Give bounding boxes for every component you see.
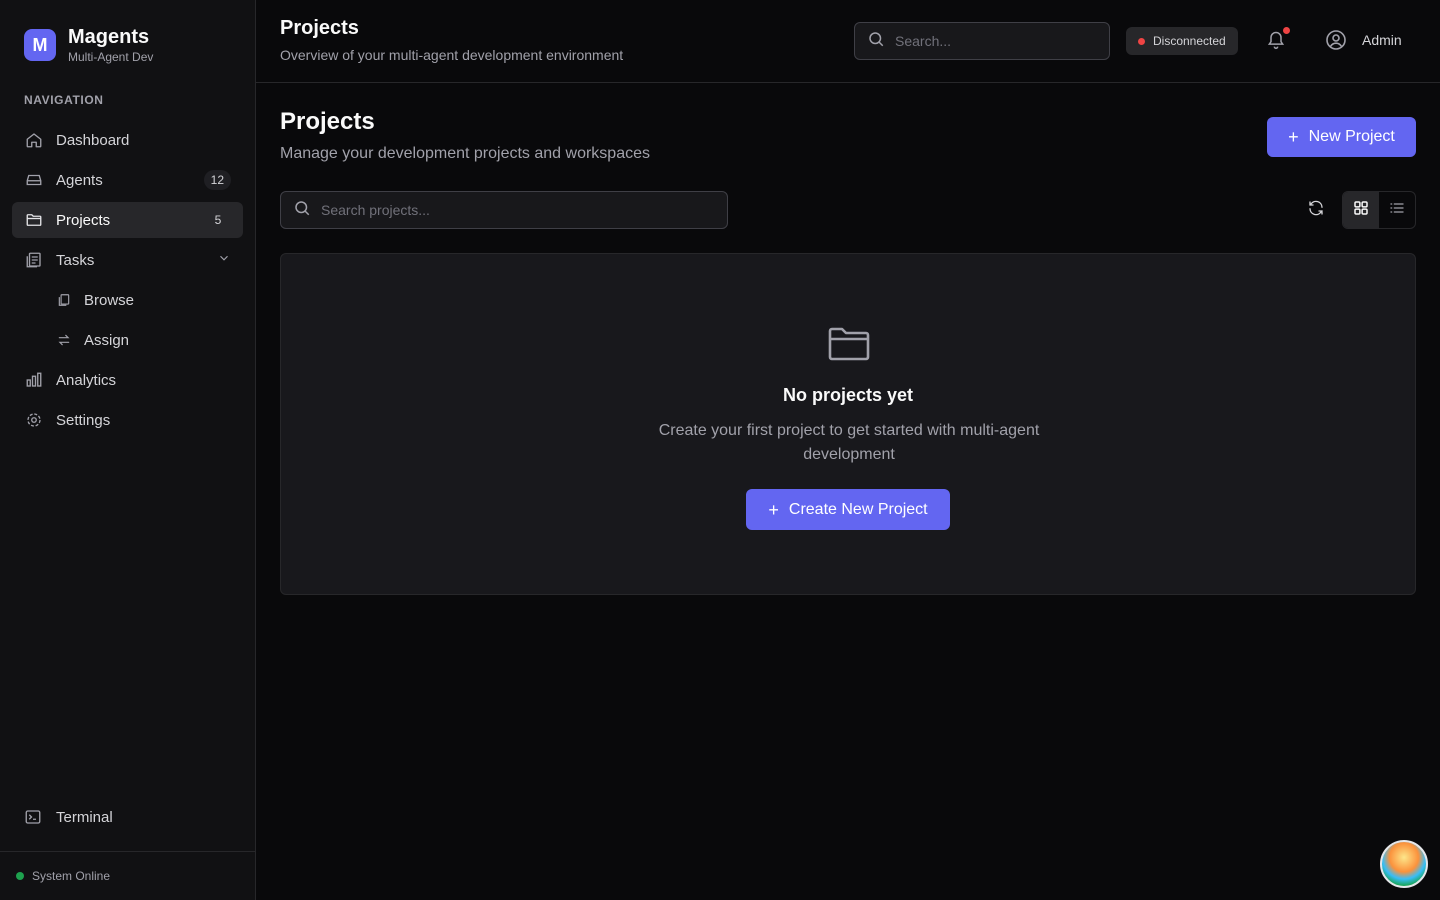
folder-icon xyxy=(24,210,44,230)
plus-icon: + xyxy=(768,499,779,520)
terminal-icon xyxy=(24,807,44,827)
system-status: System Online xyxy=(0,851,255,900)
empty-state: No projects yet Create your first projec… xyxy=(280,253,1416,595)
home-icon xyxy=(24,130,44,150)
sidebar-item-label: Settings xyxy=(56,411,111,429)
plus-icon: + xyxy=(1288,127,1299,147)
sidebar-item-settings[interactable]: Settings xyxy=(12,402,243,438)
chevron-down-icon[interactable] xyxy=(217,251,231,269)
sidebar-item-label: Browse xyxy=(84,291,135,309)
count-badge: 12 xyxy=(203,170,231,190)
sidebar-item-label: Agents xyxy=(56,171,103,189)
brand[interactable]: M Magents Multi-Agent Dev xyxy=(24,25,153,65)
sidebar-item-label: Analytics xyxy=(56,371,117,389)
sidebar-item-agents[interactable]: Agents 12 xyxy=(12,162,243,198)
brand-name: Magents xyxy=(68,26,150,48)
sidebar-item-label: Tasks xyxy=(56,251,95,269)
new-project-label: New Project xyxy=(1308,128,1395,145)
browse-icon xyxy=(56,292,72,308)
view-toggle xyxy=(1342,191,1416,229)
count-badge: 5 xyxy=(214,213,222,227)
user-menu[interactable]: Admin xyxy=(1324,28,1402,52)
terminal-label: Terminal xyxy=(56,808,113,826)
top-header: Projects Overview of your multi-agent de… xyxy=(256,0,1440,83)
create-new-project-label: Create New Project xyxy=(788,500,928,518)
sidebar-item-analytics[interactable]: Analytics xyxy=(12,362,243,398)
folder-icon xyxy=(825,320,873,373)
grid-icon xyxy=(1352,199,1370,222)
notifications-button[interactable] xyxy=(1266,27,1290,54)
project-search[interactable] xyxy=(280,191,728,229)
nav-section-label: NAVIGATION xyxy=(24,93,104,107)
sidebar-item-assign[interactable]: Assign xyxy=(12,322,243,358)
create-new-project-button[interactable]: + Create New Project xyxy=(746,489,950,530)
section-title: Projects xyxy=(280,108,375,135)
section-subtitle: Manage your development projects and wor… xyxy=(280,145,650,162)
sidebar-item-dashboard[interactable]: Dashboard xyxy=(12,122,243,158)
refresh-button[interactable] xyxy=(1302,196,1330,224)
search-input[interactable] xyxy=(895,33,1095,49)
bell-icon xyxy=(1266,31,1286,54)
list-view-button[interactable] xyxy=(1379,192,1415,228)
global-search[interactable] xyxy=(854,22,1110,60)
sidebar-item-label: Projects xyxy=(56,211,111,229)
sidebar-item-label: Assign xyxy=(84,331,130,349)
empty-state-description: Create your first project to get started… xyxy=(658,422,1040,463)
search-icon xyxy=(293,199,311,222)
user-circle-icon xyxy=(1324,28,1348,52)
page-title: Projects xyxy=(280,17,359,39)
refresh-icon xyxy=(1307,199,1325,222)
new-project-button[interactable]: + New Project xyxy=(1267,117,1416,157)
search-icon xyxy=(867,30,885,53)
brand-subtitle: Multi-Agent Dev xyxy=(68,50,154,64)
sidebar-item-terminal[interactable]: Terminal xyxy=(12,797,243,837)
sidebar-item-browse[interactable]: Browse xyxy=(12,282,243,318)
sidebar-nav: Dashboard Agents 12 Projects 5 Tasks Bro… xyxy=(12,122,243,442)
status-dot-icon xyxy=(1138,37,1145,45)
connection-status-badge: Disconnected xyxy=(1126,27,1238,55)
sidebar-item-label: Dashboard xyxy=(56,131,130,149)
tasks-icon xyxy=(24,250,44,270)
list-icon xyxy=(1389,200,1405,221)
project-search-input[interactable] xyxy=(321,202,521,218)
connection-status-label: Disconnected xyxy=(1153,34,1226,48)
page-subtitle: Overview of your multi-agent development… xyxy=(280,47,624,63)
user-name: Admin xyxy=(1362,32,1402,48)
empty-state-title: No projects yet xyxy=(782,385,914,405)
chart-icon xyxy=(24,370,44,390)
assign-icon xyxy=(56,332,72,348)
floating-avatar-button[interactable] xyxy=(1380,840,1428,888)
system-status-label: System Online xyxy=(32,869,111,883)
brand-logo: M xyxy=(24,29,56,61)
notification-dot xyxy=(1283,27,1290,34)
grid-view-button[interactable] xyxy=(1343,192,1379,228)
gear-icon xyxy=(24,410,44,430)
agents-icon xyxy=(24,170,44,190)
sidebar-item-projects[interactable]: Projects 5 xyxy=(12,202,243,238)
sidebar: M Magents Multi-Agent Dev NAVIGATION Das… xyxy=(0,0,256,900)
sidebar-item-tasks[interactable]: Tasks xyxy=(12,242,243,278)
status-dot-icon xyxy=(16,872,24,880)
